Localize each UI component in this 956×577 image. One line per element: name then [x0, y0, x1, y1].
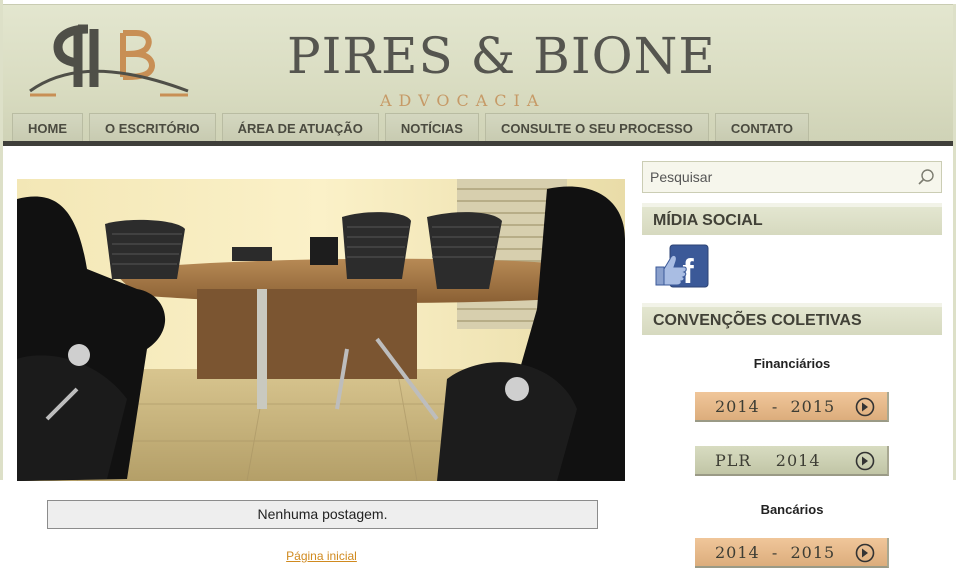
- office-meeting-room-photo: [17, 179, 625, 481]
- site-header: PIRES & BIONE ADVOCACIA HOME O ESCRITÓRI…: [3, 4, 953, 143]
- convention-button-label: PLR 2014: [715, 451, 821, 470]
- social-media-title: MÍDIA SOCIAL: [642, 203, 942, 235]
- search-icon[interactable]: [917, 168, 935, 186]
- nav-tab-area-de-atuacao[interactable]: ÁREA DE ATUAÇÃO: [221, 113, 379, 141]
- nav-tab-contato[interactable]: CONTATO: [714, 113, 809, 141]
- facebook-like-icon[interactable]: f: [654, 243, 710, 289]
- convention-button-financiarios-2014-2015[interactable]: 2014 - 2015: [695, 392, 889, 422]
- convention-button-label: 2014 - 2015: [715, 543, 836, 562]
- convention-button-bancarios-2014-2015[interactable]: 2014 - 2015: [695, 538, 889, 568]
- convention-button-plr-2014[interactable]: PLR 2014: [695, 446, 889, 476]
- brand-name: PIRES & BIONE: [287, 27, 716, 85]
- convention-button-label: 2014 - 2015: [715, 397, 836, 416]
- header-divider: [3, 141, 953, 146]
- brand-subtitle: ADVOCACIA: [380, 91, 546, 110]
- arrow-right-circle-icon: [855, 397, 875, 417]
- search-box: [642, 161, 942, 193]
- financiarios-heading: Financiários: [753, 356, 831, 371]
- home-page-link[interactable]: Página inicial: [230, 547, 413, 565]
- page: PIRES & BIONE ADVOCACIA HOME O ESCRITÓRI…: [0, 0, 956, 577]
- arrow-right-circle-icon: [855, 451, 875, 471]
- arrow-right-circle-icon: [855, 543, 875, 563]
- pires-bione-logo[interactable]: [28, 19, 193, 101]
- nav-tab-consulte-processo[interactable]: CONSULTE O SEU PROCESSO: [484, 113, 709, 141]
- no-posts-message: Nenhuma postagem.: [47, 500, 598, 529]
- nav-tab-home[interactable]: HOME: [12, 113, 83, 141]
- bancarios-heading: Bancários: [760, 502, 824, 517]
- main-navigation: HOME O ESCRITÓRIO ÁREA DE ATUAÇÃO NOTÍCI…: [12, 113, 809, 142]
- nav-tab-noticias[interactable]: NOTÍCIAS: [384, 113, 479, 141]
- search-input[interactable]: [643, 162, 911, 192]
- collective-conventions-title: CONVENÇÕES COLETIVAS: [642, 303, 942, 335]
- nav-tab-o-escritorio[interactable]: O ESCRITÓRIO: [89, 113, 216, 141]
